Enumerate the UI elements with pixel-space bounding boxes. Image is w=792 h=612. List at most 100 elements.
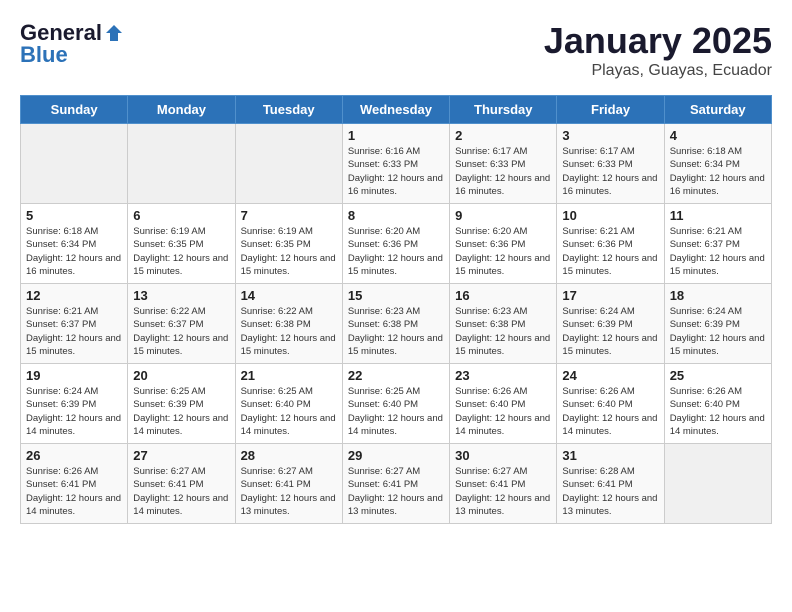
day-info: Sunrise: 6:27 AM Sunset: 6:41 PM Dayligh…	[133, 465, 229, 518]
calendar-cell: 1 Sunrise: 6:16 AM Sunset: 6:33 PM Daylig…	[342, 124, 449, 204]
day-info: Sunrise: 6:25 AM Sunset: 6:40 PM Dayligh…	[348, 385, 444, 438]
location-title: Playas, Guayas, Ecuador	[544, 62, 772, 80]
day-info: Sunrise: 6:19 AM Sunset: 6:35 PM Dayligh…	[133, 225, 229, 278]
logo-blue: Blue	[20, 42, 68, 68]
day-info: Sunrise: 6:22 AM Sunset: 6:38 PM Dayligh…	[241, 305, 337, 358]
day-number: 3	[562, 128, 658, 143]
day-number: 30	[455, 448, 551, 463]
day-info: Sunrise: 6:20 AM Sunset: 6:36 PM Dayligh…	[455, 225, 551, 278]
calendar-cell: 21Sunrise: 6:25 AM Sunset: 6:40 PM Dayli…	[235, 364, 342, 444]
day-number: 5	[26, 208, 122, 223]
calendar-cell: 13 Sunrise: 6:22 AM Sunset: 6:37 PM Dayli…	[128, 284, 235, 364]
calendar-cell: 10 Sunrise: 6:21 AM Sunset: 6:36 PM Dayli…	[557, 204, 664, 284]
col-header-sunday: Sunday	[21, 96, 128, 124]
day-number: 22	[348, 368, 444, 383]
day-info: Sunrise: 6:16 AM Sunset: 6:33 PM Dayligh…	[348, 145, 444, 198]
col-header-wednesday: Wednesday	[342, 96, 449, 124]
calendar-cell	[21, 124, 128, 204]
calendar-cell: 22 Sunrise: 6:25 AM Sunset: 6:40 PM Dayli…	[342, 364, 449, 444]
col-header-monday: Monday	[128, 96, 235, 124]
calendar-cell: 5 Sunrise: 6:18 AM Sunset: 6:34 PM Daylig…	[21, 204, 128, 284]
calendar-cell: 2 Sunrise: 6:17 AM Sunset: 6:33 PM Daylig…	[450, 124, 557, 204]
day-number: 15	[348, 288, 444, 303]
logo-icon	[104, 23, 124, 43]
calendar-cell	[128, 124, 235, 204]
day-info: Sunrise: 6:26 AM Sunset: 6:40 PM Dayligh…	[455, 385, 551, 438]
calendar-cell: 7 Sunrise: 6:19 AM Sunset: 6:35 PM Daylig…	[235, 204, 342, 284]
day-number: 8	[348, 208, 444, 223]
calendar-cell: 17Sunrise: 6:24 AM Sunset: 6:39 PM Dayli…	[557, 284, 664, 364]
calendar-cell: 23 Sunrise: 6:26 AM Sunset: 6:40 PM Dayli…	[450, 364, 557, 444]
page-header: General Blue January 2025 Playas, Guayas…	[20, 20, 772, 80]
day-number: 7	[241, 208, 337, 223]
day-info: Sunrise: 6:18 AM Sunset: 6:34 PM Dayligh…	[26, 225, 122, 278]
calendar-table: SundayMondayTuesdayWednesdayThursdayFrid…	[20, 95, 772, 524]
day-info: Sunrise: 6:28 AM Sunset: 6:41 PM Dayligh…	[562, 465, 658, 518]
calendar-cell: 6 Sunrise: 6:19 AM Sunset: 6:35 PM Daylig…	[128, 204, 235, 284]
day-info: Sunrise: 6:21 AM Sunset: 6:37 PM Dayligh…	[670, 225, 766, 278]
calendar-cell: 19 Sunrise: 6:24 AM Sunset: 6:39 PM Dayli…	[21, 364, 128, 444]
calendar-cell: 25Sunrise: 6:26 AM Sunset: 6:40 PM Dayli…	[664, 364, 771, 444]
col-header-tuesday: Tuesday	[235, 96, 342, 124]
calendar-cell: 30 Sunrise: 6:27 AM Sunset: 6:41 PM Dayli…	[450, 444, 557, 524]
day-info: Sunrise: 6:25 AM Sunset: 6:39 PM Dayligh…	[133, 385, 229, 438]
day-number: 28	[241, 448, 337, 463]
day-number: 19	[26, 368, 122, 383]
day-info: Sunrise: 6:23 AM Sunset: 6:38 PM Dayligh…	[348, 305, 444, 358]
calendar-cell: 24Sunrise: 6:26 AM Sunset: 6:40 PM Dayli…	[557, 364, 664, 444]
day-number: 23	[455, 368, 551, 383]
day-info: Sunrise: 6:26 AM Sunset: 6:41 PM Dayligh…	[26, 465, 122, 518]
day-number: 24	[562, 368, 658, 383]
month-title: January 2025	[544, 20, 772, 62]
calendar-cell: 9Sunrise: 6:20 AM Sunset: 6:36 PM Daylig…	[450, 204, 557, 284]
day-info: Sunrise: 6:20 AM Sunset: 6:36 PM Dayligh…	[348, 225, 444, 278]
calendar-cell: 29 Sunrise: 6:27 AM Sunset: 6:41 PM Dayli…	[342, 444, 449, 524]
day-number: 12	[26, 288, 122, 303]
day-info: Sunrise: 6:17 AM Sunset: 6:33 PM Dayligh…	[455, 145, 551, 198]
calendar-cell: 12 Sunrise: 6:21 AM Sunset: 6:37 PM Dayli…	[21, 284, 128, 364]
calendar-cell: 16Sunrise: 6:23 AM Sunset: 6:38 PM Dayli…	[450, 284, 557, 364]
day-number: 13	[133, 288, 229, 303]
calendar-cell: 26 Sunrise: 6:26 AM Sunset: 6:41 PM Dayli…	[21, 444, 128, 524]
day-number: 21	[241, 368, 337, 383]
calendar-cell: 20 Sunrise: 6:25 AM Sunset: 6:39 PM Dayli…	[128, 364, 235, 444]
day-number: 16	[455, 288, 551, 303]
day-number: 1	[348, 128, 444, 143]
day-info: Sunrise: 6:27 AM Sunset: 6:41 PM Dayligh…	[241, 465, 337, 518]
calendar-cell: 18Sunrise: 6:24 AM Sunset: 6:39 PM Dayli…	[664, 284, 771, 364]
day-info: Sunrise: 6:22 AM Sunset: 6:37 PM Dayligh…	[133, 305, 229, 358]
day-number: 31	[562, 448, 658, 463]
day-number: 29	[348, 448, 444, 463]
day-number: 18	[670, 288, 766, 303]
day-number: 26	[26, 448, 122, 463]
day-number: 20	[133, 368, 229, 383]
day-info: Sunrise: 6:17 AM Sunset: 6:33 PM Dayligh…	[562, 145, 658, 198]
col-header-friday: Friday	[557, 96, 664, 124]
day-number: 14	[241, 288, 337, 303]
calendar-cell	[235, 124, 342, 204]
day-number: 2	[455, 128, 551, 143]
day-info: Sunrise: 6:21 AM Sunset: 6:36 PM Dayligh…	[562, 225, 658, 278]
calendar-cell: 27 Sunrise: 6:27 AM Sunset: 6:41 PM Dayli…	[128, 444, 235, 524]
calendar-cell: 3 Sunrise: 6:17 AM Sunset: 6:33 PM Daylig…	[557, 124, 664, 204]
day-info: Sunrise: 6:26 AM Sunset: 6:40 PM Dayligh…	[670, 385, 766, 438]
title-block: January 2025 Playas, Guayas, Ecuador	[544, 20, 772, 80]
day-info: Sunrise: 6:18 AM Sunset: 6:34 PM Dayligh…	[670, 145, 766, 198]
day-number: 10	[562, 208, 658, 223]
day-number: 27	[133, 448, 229, 463]
week-row-2: 5 Sunrise: 6:18 AM Sunset: 6:34 PM Daylig…	[21, 204, 772, 284]
calendar-cell: 4Sunrise: 6:18 AM Sunset: 6:34 PM Daylig…	[664, 124, 771, 204]
day-info: Sunrise: 6:24 AM Sunset: 6:39 PM Dayligh…	[26, 385, 122, 438]
calendar-cell: 8 Sunrise: 6:20 AM Sunset: 6:36 PM Daylig…	[342, 204, 449, 284]
calendar-cell: 31 Sunrise: 6:28 AM Sunset: 6:41 PM Dayli…	[557, 444, 664, 524]
calendar-cell: 11Sunrise: 6:21 AM Sunset: 6:37 PM Dayli…	[664, 204, 771, 284]
calendar-cell: 14 Sunrise: 6:22 AM Sunset: 6:38 PM Dayli…	[235, 284, 342, 364]
day-info: Sunrise: 6:27 AM Sunset: 6:41 PM Dayligh…	[455, 465, 551, 518]
day-number: 6	[133, 208, 229, 223]
col-header-thursday: Thursday	[450, 96, 557, 124]
day-info: Sunrise: 6:21 AM Sunset: 6:37 PM Dayligh…	[26, 305, 122, 358]
logo: General Blue	[20, 20, 124, 68]
day-info: Sunrise: 6:27 AM Sunset: 6:41 PM Dayligh…	[348, 465, 444, 518]
calendar-cell: 28 Sunrise: 6:27 AM Sunset: 6:41 PM Dayli…	[235, 444, 342, 524]
day-info: Sunrise: 6:19 AM Sunset: 6:35 PM Dayligh…	[241, 225, 337, 278]
